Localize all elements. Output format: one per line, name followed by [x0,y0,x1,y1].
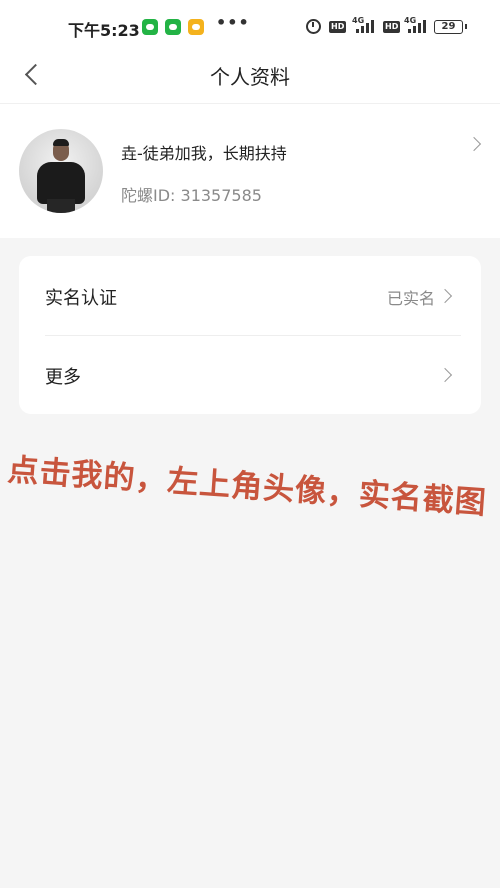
settings-card: 实名认证 已实名 更多 [19,256,481,414]
realname-status: 已实名 [386,289,435,308]
signal-icon [356,19,376,33]
profile-card[interactable]: 垚-徒弟加我，长期扶持 陀螺ID: 31357585 [0,104,500,238]
nav-bar: 个人资料 [0,50,500,104]
chevron-right-icon[interactable] [466,134,486,154]
chevron-right-icon [437,286,457,306]
annotation-text: 点击我的，左上角头像，实名截图 [6,452,488,522]
hd-badge: HD [329,21,347,33]
status-time: 下午5:23 [68,21,140,40]
settings-row-realname[interactable]: 实名认证 已实名 [19,256,481,335]
hd-badge: HD [383,21,401,33]
wechat-icon [142,19,158,35]
signal-icon [408,19,428,33]
page-title: 个人资料 [210,65,290,89]
alarm-icon [306,19,321,34]
status-bar: 下午5:23 ••• HD 4G HD 4G 29 [0,0,500,50]
row-label: 更多 [45,367,81,388]
notes-icon [188,19,204,35]
row-label: 实名认证 [45,288,117,309]
battery-icon: 29 [434,20,467,34]
profile-id: 陀螺ID: 31357585 [121,186,262,205]
avatar[interactable] [19,129,103,213]
chevron-right-icon [437,365,457,385]
settings-row-more[interactable]: 更多 [19,335,481,414]
profile-name: 垚-徒弟加我，长期扶持 [121,144,287,163]
more-notifications-icon: ••• [216,13,250,32]
wechat-icon [165,19,181,35]
